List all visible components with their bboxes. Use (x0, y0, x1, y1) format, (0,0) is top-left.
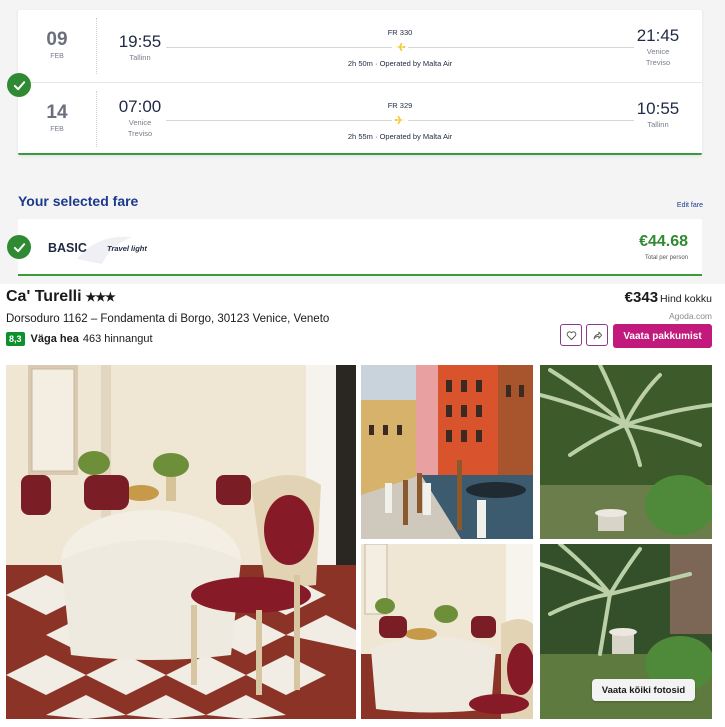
return-dep-time: 07:00 (118, 97, 162, 116)
outbound-month: FEB (50, 53, 64, 60)
view-deals-button[interactable]: Vaata pakkumist (613, 324, 712, 348)
outbound-date: 09 FEB (32, 29, 82, 61)
check-icon (7, 235, 31, 259)
return-day: 14 (46, 102, 68, 123)
review-count: 463 hinnangut (82, 333, 153, 345)
rating-score-badge: 8,3 (6, 332, 25, 346)
outbound-flight-number: FR 330 (387, 28, 413, 37)
hotel-photo-main[interactable] (6, 365, 356, 719)
outbound-departure: 19:55 Tallinn (110, 32, 170, 63)
return-month: FEB (50, 126, 64, 133)
fare-card: BASIC Travel light €44.68 Total per pers… (18, 219, 702, 276)
date-divider (96, 91, 97, 147)
fare-price: €44.68 (639, 233, 688, 250)
outbound-day: 09 (46, 29, 68, 50)
return-duration: 2h 55m · Operated by Malta Air (347, 132, 453, 141)
hotel-photo-garden[interactable] (540, 365, 712, 539)
check-icon (7, 73, 31, 97)
return-arrival: 10:55 Tallinn (628, 99, 688, 130)
hotel-price-block: €343 Hind kokku (625, 289, 712, 307)
hotel-name-text: Ca' Turelli (6, 288, 82, 305)
date-divider (96, 18, 97, 74)
return-departure: 07:00 Venice Treviso (110, 97, 170, 139)
plane-icon (392, 113, 408, 127)
price-provider: Agoda.com (669, 311, 712, 321)
plane-icon (392, 40, 408, 54)
outbound-arr-time: 21:45 (636, 26, 680, 45)
return-arr-time: 10:55 (636, 99, 680, 118)
hotel-address: Dorsoduro 1162 – Fondamenta di Borgo, 30… (6, 313, 330, 325)
return-dep-city: Venice (128, 118, 152, 127)
hotel-price-label: Hind kokku (660, 293, 712, 305)
flight-section: 09 FEB 19:55 Tallinn FR 330 2h 50m · Ope… (0, 0, 725, 284)
return-route: FR 329 2h 55m · Operated by Malta Air (166, 101, 634, 141)
return-date: 14 FEB (32, 102, 82, 134)
hotel-price: €343 (624, 289, 659, 306)
return-arr-city: Tallinn (647, 120, 669, 129)
outbound-duration: 2h 50m · Operated by Malta Air (347, 59, 453, 68)
fare-name: BASIC (48, 241, 87, 255)
outbound-route: FR 330 2h 50m · Operated by Malta Air (166, 28, 634, 68)
outbound-leg: 09 FEB 19:55 Tallinn FR 330 2h 50m · Ope… (18, 10, 702, 80)
hotel-stars: ★★★ (85, 290, 116, 304)
outbound-arr-city: Venice (646, 47, 670, 56)
hotel-name[interactable]: Ca' Turelli ★★★ (6, 288, 116, 306)
return-flight-number: FR 329 (387, 101, 413, 110)
fare-price-note: Total per person (644, 255, 688, 261)
outbound-arr-airport: Treviso (645, 58, 671, 67)
fare-subtitle: Travel light (107, 244, 147, 253)
share-button[interactable] (586, 324, 608, 346)
edit-fare-link[interactable]: Edit fare (677, 202, 703, 209)
heart-icon (566, 330, 576, 340)
flight-itinerary-card: 09 FEB 19:55 Tallinn FR 330 2h 50m · Ope… (18, 10, 702, 155)
hotel-photo-canal[interactable] (361, 365, 533, 539)
outbound-arrival: 21:45 Venice Treviso (628, 26, 688, 68)
view-all-photos-button[interactable]: Vaata kõiki fotosid (592, 679, 695, 701)
rating-label: Väga hea (30, 333, 79, 345)
share-icon (593, 331, 602, 339)
outbound-dep-time: 19:55 (118, 32, 162, 51)
hotel-rating: 8,3 Väga hea 463 hinnangut (6, 332, 153, 346)
selected-fare-title: Your selected fare (18, 193, 139, 209)
return-dep-airport: Treviso (127, 129, 153, 138)
hotel-photo-dining[interactable] (361, 544, 533, 719)
return-leg: 14 FEB 07:00 Venice Treviso FR 329 2h 55… (18, 82, 702, 152)
favorite-button[interactable] (560, 324, 582, 346)
outbound-dep-city: Tallinn (129, 53, 151, 62)
